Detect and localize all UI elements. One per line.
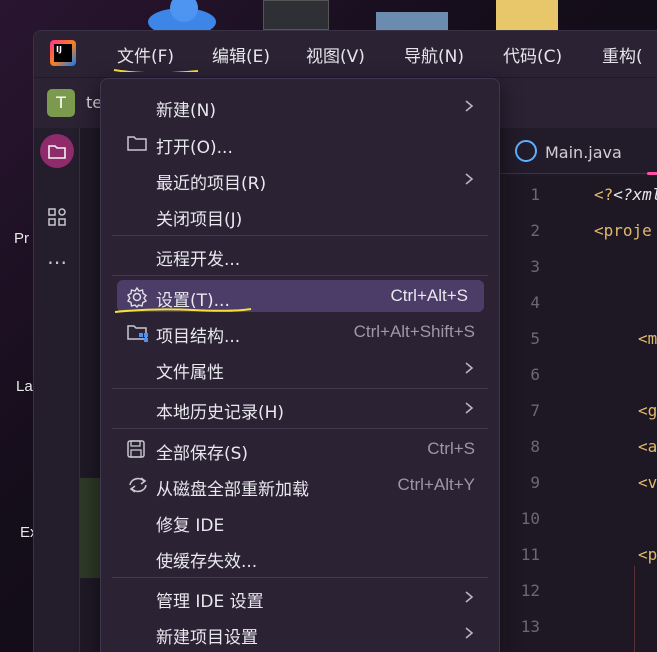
- thumbnail-icon: [263, 0, 329, 30]
- menu-item-manage-ide-settings[interactable]: 管理 IDE 设置: [111, 581, 489, 613]
- java-class-icon: [515, 140, 537, 162]
- line-number: 9: [530, 473, 540, 492]
- menu-item-reload-from-disk[interactable]: 从磁盘全部重新加载 Ctrl+Alt+Y: [111, 469, 489, 501]
- line-number: 4: [530, 293, 540, 312]
- desktop-label[interactable]: Pr: [14, 230, 29, 247]
- line-number: 10: [520, 509, 540, 528]
- project-avatar[interactable]: T: [47, 89, 75, 117]
- menu-item-label: 新建(N): [156, 101, 216, 121]
- chevron-right-icon: [465, 173, 474, 185]
- menu-separator: [112, 275, 488, 276]
- menu-item-label: 新建项目设置: [156, 628, 258, 648]
- menu-item-label: 全部保存(S): [156, 444, 249, 464]
- chevron-right-icon: [465, 402, 474, 414]
- active-tab-indicator: [647, 172, 657, 175]
- project-folder-button[interactable]: [40, 134, 74, 168]
- desktop-label[interactable]: La: [16, 378, 33, 395]
- menu-item-label: 打开(O)...: [156, 138, 233, 158]
- menu-item-label: 本地历史记录(H): [156, 403, 285, 423]
- editor-tab-main-java[interactable]: Main.java: [545, 143, 622, 162]
- line-number: 6: [530, 365, 540, 384]
- code-line: <m: [638, 329, 657, 348]
- menu-item-open[interactable]: 打开(O)...: [111, 127, 489, 159]
- line-number: 5: [530, 329, 540, 348]
- menu-item-label: 远程开发...: [156, 250, 241, 270]
- line-number: 13: [520, 617, 540, 636]
- menu-item-file-properties[interactable]: 文件属性: [111, 352, 489, 384]
- menu-item-shortcut: Ctrl+Alt+Y: [397, 475, 475, 494]
- reload-icon: [126, 475, 148, 495]
- structure-icon[interactable]: [47, 207, 67, 231]
- line-number: 12: [520, 581, 540, 600]
- chevron-right-icon: [465, 627, 474, 639]
- more-icon[interactable]: ⋯: [47, 250, 67, 274]
- menu-item-label: 最近的项目(R): [156, 174, 267, 194]
- app-logo[interactable]: IJ: [50, 40, 76, 66]
- menu-item-invalidate-caches[interactable]: 使缓存失效...: [111, 541, 489, 573]
- menu-separator: [112, 235, 488, 236]
- line-number: 1: [530, 185, 540, 204]
- code-line: <?<?xml: [594, 185, 657, 204]
- folder-icon: [48, 145, 66, 159]
- menu-code[interactable]: 代码(C): [503, 42, 562, 67]
- menu-item-new-project-settings[interactable]: 新建项目设置: [111, 617, 489, 649]
- code-line: <v: [638, 473, 657, 492]
- menu-edit[interactable]: 编辑(E): [212, 42, 270, 67]
- menu-item-label: 修复 IDE: [156, 516, 225, 536]
- menu-item-label: 关闭项目(J): [156, 210, 243, 230]
- menu-item-close-project[interactable]: 关闭项目(J): [111, 199, 489, 231]
- menu-item-repair-ide[interactable]: 修复 IDE: [111, 505, 489, 537]
- menu-refactor[interactable]: 重构(: [602, 42, 643, 67]
- menu-separator: [112, 577, 488, 578]
- thumbnail-icon: [376, 12, 448, 30]
- menu-item-shortcut: Ctrl+Alt+Shift+S: [353, 322, 475, 341]
- menu-separator: [112, 428, 488, 429]
- code-line: <p: [638, 545, 657, 564]
- line-number: 3: [530, 257, 540, 276]
- menu-view[interactable]: 视图(V): [306, 42, 365, 67]
- menu-item-save-all[interactable]: 全部保存(S) Ctrl+S: [111, 433, 489, 465]
- menu-item-project-structure[interactable]: 项目结构... Ctrl+Alt+Shift+S: [111, 316, 489, 348]
- code-line: <a: [638, 437, 657, 456]
- project-structure-icon: [126, 322, 148, 342]
- menu-item-remote-development[interactable]: 远程开发...: [111, 239, 489, 271]
- chevron-right-icon: [465, 362, 474, 374]
- menu-item-new[interactable]: 新建(N): [111, 90, 489, 122]
- menu-item-local-history[interactable]: 本地历史记录(H): [111, 392, 489, 424]
- save-icon: [126, 439, 148, 459]
- menu-item-label: 使缓存失效...: [156, 552, 258, 572]
- menu-item-shortcut: Ctrl+Alt+S: [390, 286, 468, 305]
- menu-navigate[interactable]: 导航(N): [404, 42, 464, 67]
- line-number: 2: [530, 221, 540, 240]
- code-line: <g: [638, 401, 657, 420]
- menu-item-shortcut: Ctrl+S: [427, 439, 475, 458]
- annotation-underline: [113, 69, 198, 72]
- folder-icon: [126, 133, 148, 153]
- line-number: 7: [530, 401, 540, 420]
- menu-item-label: 项目结构...: [156, 327, 241, 347]
- line-number: 11: [520, 545, 540, 564]
- indent-guide: [634, 566, 635, 652]
- code-line: <proje: [594, 221, 652, 240]
- folder-desktop-icon: [496, 0, 558, 30]
- menu-item-label: 文件属性: [156, 363, 224, 383]
- gear-icon: [126, 286, 148, 309]
- menu-item-recent-projects[interactable]: 最近的项目(R): [111, 163, 489, 195]
- cloud-icon: [146, 0, 218, 36]
- line-number: 8: [530, 437, 540, 456]
- menu-file[interactable]: 文件(F): [117, 42, 174, 67]
- chevron-right-icon: [465, 591, 474, 603]
- annotation-underline: [114, 308, 252, 313]
- menu-item-label: 从磁盘全部重新加载: [156, 480, 309, 500]
- menu-item-label: 管理 IDE 设置: [156, 592, 264, 612]
- chevron-right-icon: [465, 100, 474, 112]
- tree-selection: [80, 478, 102, 578]
- menu-separator: [112, 388, 488, 389]
